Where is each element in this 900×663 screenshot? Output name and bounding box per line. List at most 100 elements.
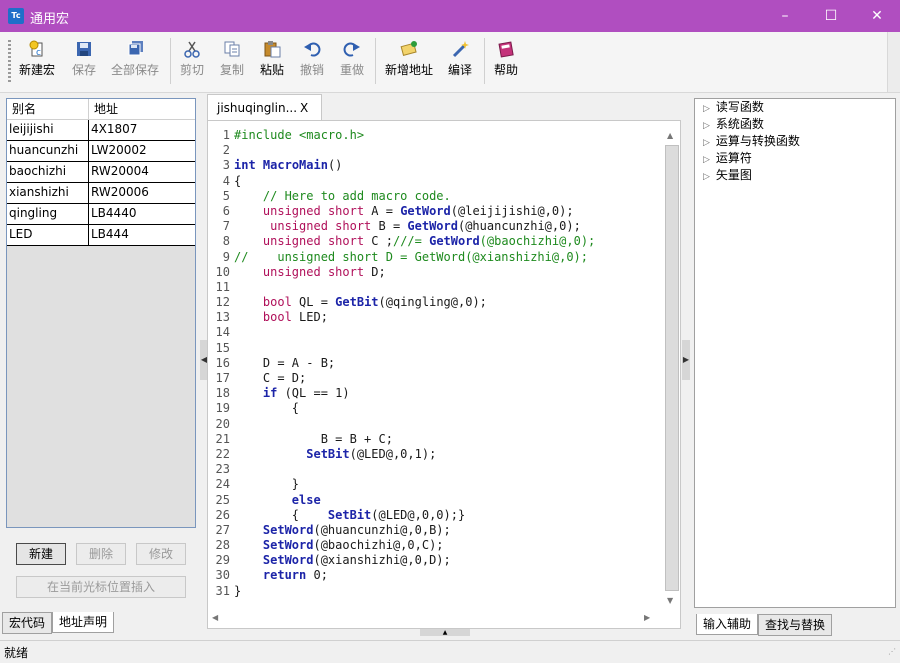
table-row[interactable]: qingling LB4440 — [7, 204, 195, 225]
code-text[interactable]: { — [234, 174, 241, 189]
code-line[interactable]: 28 SetWord(@baochizhi@,0,C); — [208, 538, 595, 553]
code-text[interactable]: { SetBit(@LED@,0,0);} — [234, 508, 465, 523]
tab-address-declaration[interactable]: 地址声明 — [52, 612, 115, 633]
expand-arrow-icon[interactable]: ▷ — [703, 104, 710, 114]
code-text[interactable]: // unsigned short D = GetWord(@xianshizh… — [234, 250, 588, 265]
code-line[interactable]: 4{ — [208, 174, 595, 189]
code-editor[interactable]: 1 #include <macro.h> 2 3 int MacroMain() 4{5 … — [207, 120, 681, 629]
help-button[interactable]: 帮助 — [490, 38, 522, 86]
alias-cell[interactable]: xianshizhi — [7, 183, 89, 203]
code-line[interactable]: 30 return 0; — [208, 568, 595, 583]
code-line[interactable]: 1 #include <macro.h> — [208, 128, 595, 143]
code-text[interactable]: int MacroMain() — [234, 158, 342, 173]
code-line[interactable]: 13 bool LED; — [208, 310, 595, 325]
code-line[interactable]: 21 B = B + C; — [208, 432, 595, 447]
tree-item[interactable]: ▷ 运算与转换函数 — [695, 133, 895, 150]
code-line[interactable]: 3 int MacroMain() — [208, 158, 595, 173]
code-text[interactable]: C = D; — [234, 371, 306, 386]
right-splitter-collapse[interactable]: ▶ — [682, 340, 690, 380]
code-text[interactable]: SetBit(@LED@,0,1); — [234, 447, 436, 462]
expand-arrow-icon[interactable]: ▷ — [703, 138, 710, 148]
resize-grip-icon[interactable]: ⋰ — [888, 647, 896, 656]
code-text[interactable]: bool LED; — [234, 310, 328, 325]
code-line[interactable]: 5 // Here to add macro code. — [208, 189, 595, 204]
expand-arrow-icon[interactable]: ▷ — [703, 155, 710, 165]
code-line[interactable]: 2 — [208, 143, 595, 158]
vertical-scrollbar[interactable]: ▲ ▼ — [664, 131, 679, 605]
toolbar-overflow[interactable] — [887, 32, 900, 92]
toolbar-grip[interactable] — [8, 40, 11, 84]
code-line[interactable]: 31} — [208, 584, 595, 599]
table-row[interactable]: leijijishi 4X1807 — [7, 120, 195, 141]
maximize-button[interactable]: ☐ — [808, 0, 854, 32]
code-text[interactable]: unsigned short B = GetWord(@huancunzhi@,… — [234, 219, 581, 234]
code-line[interactable]: 19 { — [208, 401, 595, 416]
code-text[interactable]: bool QL = GetBit(@qingling@,0); — [234, 295, 487, 310]
address-cell[interactable]: RW20006 — [89, 183, 195, 203]
table-row[interactable]: baochizhi RW20004 — [7, 162, 195, 183]
scroll-left-icon[interactable]: ◀ — [212, 613, 218, 622]
table-row[interactable]: huancunzhi LW20002 — [7, 141, 195, 162]
code-line[interactable]: 23 — [208, 462, 595, 477]
new-macro-button[interactable]: c 新建宏 — [16, 38, 58, 86]
code-text[interactable]: #include <macro.h> — [234, 128, 364, 143]
alias-cell[interactable]: leijijishi — [7, 120, 89, 140]
code-line[interactable]: 6 unsigned short A = GetWord(@leijijishi… — [208, 204, 595, 219]
column-header-address[interactable]: 地址 — [89, 99, 195, 119]
tab-close-icon[interactable]: X — [300, 101, 308, 115]
code-text[interactable]: } — [234, 477, 299, 492]
scroll-up-icon[interactable]: ▲ — [667, 131, 673, 140]
alias-cell[interactable]: baochizhi — [7, 162, 89, 182]
code-text[interactable]: B = B + C; — [234, 432, 393, 447]
code-line[interactable]: 20 — [208, 417, 595, 432]
address-cell[interactable]: RW20004 — [89, 162, 195, 182]
code-line[interactable]: 7 unsigned short B = GetWord(@huancunzhi… — [208, 219, 595, 234]
address-cell[interactable]: LB4440 — [89, 204, 195, 224]
scrollbar-thumb[interactable] — [665, 145, 679, 591]
code-line[interactable]: 18 if (QL == 1) — [208, 386, 595, 401]
code-line[interactable]: 27 SetWord(@huancunzhi@,0,B); — [208, 523, 595, 538]
code-line[interactable]: 15 — [208, 341, 595, 356]
expand-arrow-icon[interactable]: ▷ — [703, 121, 710, 131]
code-line[interactable]: 16 D = A - B; — [208, 356, 595, 371]
code-text[interactable]: unsigned short A = GetWord(@leijijishi@,… — [234, 204, 574, 219]
code-text[interactable]: D = A - B; — [234, 356, 335, 371]
tab-editor-file[interactable]: jishuqinglin... X — [207, 94, 322, 121]
close-button[interactable]: ✕ — [854, 0, 900, 32]
code-text[interactable]: SetWord(@baochizhi@,0,C); — [234, 538, 444, 553]
code-line[interactable]: 29 SetWord(@xianshizhi@,0,D); — [208, 553, 595, 568]
code-text[interactable]: unsigned short C ;///= GetWord(@baochizh… — [234, 234, 595, 249]
alias-cell[interactable]: qingling — [7, 204, 89, 224]
code-text[interactable]: unsigned short D; — [234, 265, 386, 280]
code-area[interactable]: 1 #include <macro.h> 2 3 int MacroMain() 4{5 … — [208, 128, 596, 599]
code-text[interactable]: // Here to add macro code. — [234, 189, 451, 204]
delete-alias-button[interactable]: 删除 — [76, 543, 126, 565]
new-alias-button[interactable]: 新建 — [16, 543, 66, 565]
code-line[interactable]: 11 — [208, 280, 595, 295]
minimize-button[interactable]: – — [762, 0, 808, 32]
code-text[interactable]: if (QL == 1) — [234, 386, 350, 401]
alias-cell[interactable]: LED — [7, 225, 89, 245]
code-line[interactable]: 26 { SetBit(@LED@,0,0);} — [208, 508, 595, 523]
tree-item[interactable]: ▷ 读写函数 — [695, 99, 895, 116]
expand-arrow-icon[interactable]: ▷ — [703, 172, 710, 182]
insert-at-cursor-button[interactable]: 在当前光标位置插入 — [16, 576, 186, 598]
tab-macro-code[interactable]: 宏代码 — [2, 612, 53, 634]
code-text[interactable]: SetWord(@xianshizhi@,0,D); — [234, 553, 451, 568]
compile-button[interactable]: 编译 — [444, 38, 476, 86]
bottom-splitter-handle[interactable]: ▲ — [420, 629, 470, 636]
code-line[interactable]: 10 unsigned short D; — [208, 265, 595, 280]
code-line[interactable]: 9 // unsigned short D = GetWord(@xianshiz… — [208, 250, 595, 265]
code-line[interactable]: 24 } — [208, 477, 595, 492]
code-line[interactable]: 22 SetBit(@LED@,0,1); — [208, 447, 595, 462]
address-cell[interactable]: 4X1807 — [89, 120, 195, 140]
tree-item[interactable]: ▷ 系统函数 — [695, 116, 895, 133]
table-row[interactable]: xianshizhi RW20006 — [7, 183, 195, 204]
tab-input-assist[interactable]: 输入辅助 — [696, 614, 759, 635]
tab-find-replace[interactable]: 查找与替换 — [758, 614, 833, 636]
code-text[interactable]: return 0; — [234, 568, 328, 583]
code-text[interactable]: } — [234, 584, 241, 599]
redo-button[interactable]: 重做 — [336, 38, 368, 86]
code-line[interactable]: 12 bool QL = GetBit(@qingling@,0); — [208, 295, 595, 310]
save-button[interactable]: 保存 — [68, 38, 100, 86]
